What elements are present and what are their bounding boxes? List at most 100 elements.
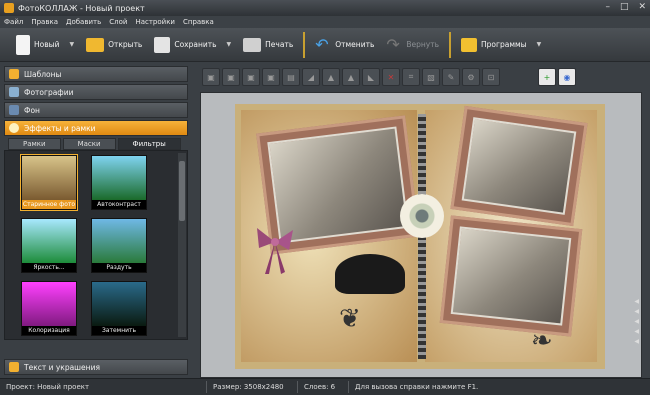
accordion-effects[interactable]: Эффекты и рамки [4,120,188,136]
delete-icon[interactable]: ✕ [382,68,400,86]
tab-frames[interactable]: Рамки [8,138,61,150]
new-button[interactable]: Новый ▼ [10,31,80,59]
filter-preview-image [92,282,146,326]
chevron-left-icon[interactable]: ◀ [634,318,639,325]
menu-bar: Файл Правка Добавить Слой Настройки Спра… [0,16,650,28]
photo-3 [450,226,572,326]
tab-filters[interactable]: Фильтры [117,138,181,150]
filter-preview-image [92,156,146,200]
filter-thumbnail[interactable]: Затемнить [91,281,147,336]
accordion-photos[interactable]: Фотографии [4,84,188,100]
chevron-down-icon[interactable]: ▼ [227,41,232,48]
send-backward-icon[interactable]: ▣ [242,68,260,86]
menu-add[interactable]: Добавить [66,18,101,26]
new-label: Новый [34,40,60,49]
folder-icon [86,37,105,52]
page-settings-icon[interactable]: ◉ [558,68,576,86]
accordion-text[interactable]: Текст и украшения [4,359,188,375]
rotate-left-icon[interactable]: ◢ [302,68,320,86]
accordion-templates[interactable]: Шаблоны [4,66,188,82]
tab-masks[interactable]: Маски [62,138,116,150]
status-size: Размер: 3508x2480 [213,383,284,391]
menu-layer[interactable]: Слой [109,18,127,26]
canvas-toolbar: ▣ ▣ ▣ ▣ ▤ ◢ ▲ ▲ ◣ ✕ ⌗ ▧ ✎ ⚙ ⊡ + ◉ [200,66,646,88]
new-document-icon [16,34,30,55]
undo-button[interactable]: ↶ Отменить [309,31,380,59]
ribbon-bow-decoration[interactable] [255,222,295,276]
flip-vertical-icon[interactable]: ▲ [342,68,360,86]
templates-label: Шаблоны [24,69,62,79]
align-icon[interactable]: ▤ [282,68,300,86]
menu-help[interactable]: Справка [183,18,214,26]
filter-label: Старинное фото [22,200,76,209]
bring-forward-icon[interactable]: ▣ [222,68,240,86]
swirl-decoration: ❦ [339,304,361,334]
filter-thumbnail[interactable]: Яркость... [21,218,77,273]
printer-icon [243,37,262,52]
photo-frame-3[interactable] [439,215,583,337]
toolbar-separator [303,31,306,58]
print-button[interactable]: Печать [237,31,299,59]
menu-file[interactable]: Файл [4,18,23,26]
effects-tabs: Рамки Маски Фильтры [4,138,188,150]
filter-thumbnail[interactable]: Раздуть [91,218,147,273]
programs-button[interactable]: Программы ▼ [455,31,547,59]
palette-icon [9,123,19,133]
photos-label: Фотографии [24,87,74,97]
save-button[interactable]: Сохранить ▼ [148,31,237,59]
bring-front-icon[interactable]: ▣ [202,68,220,86]
menu-edit[interactable]: Правка [31,18,58,26]
effects-label: Эффекты и рамки [24,123,96,133]
photo-2 [461,117,577,215]
redo-icon: ↷ [386,34,400,54]
filter-thumbnail[interactable]: Старинное фото [20,154,78,211]
status-help: Для вызова справки нажмите F1. [355,383,479,391]
flip-icon[interactable]: ▲ [322,68,340,86]
flower-decoration[interactable] [400,194,444,238]
filters-gallery: Старинное фото Автоконтраст Яркость... Разд… [4,150,188,340]
chevron-left-icon[interactable]: ◀ [634,338,639,345]
chevron-left-icon[interactable]: ◀ [634,308,639,315]
chevron-down-icon[interactable]: ▼ [537,41,542,48]
chevron-left-icon[interactable]: ◀ [634,328,639,335]
maximize-button[interactable]: □ [620,2,629,12]
close-button[interactable]: ✕ [638,2,646,12]
filter-label: Автоконтраст [92,200,146,209]
photo-frame-2[interactable] [450,105,588,227]
hat-decoration[interactable] [335,254,405,294]
crop-icon[interactable]: ⌗ [402,68,420,86]
chevron-left-icon[interactable]: ◀ [634,298,639,305]
left-panel: Шаблоны Фотографии Фон Эффекты и рамки Р… [4,66,188,377]
undo-icon: ↶ [315,34,329,54]
gallery-scrollbar[interactable] [178,153,186,337]
accordion-background[interactable]: Фон [4,102,188,118]
lock-icon[interactable]: ⊡ [482,68,500,86]
star-icon [9,69,19,79]
scrollbar-thumb[interactable] [179,161,185,221]
redo-label: Вернуть [406,40,440,49]
add-page-icon[interactable]: + [538,68,556,86]
filter-label: Затемнить [92,326,146,335]
open-button[interactable]: Открыть [80,31,148,59]
canvas-area[interactable]: ❦ ❧ ◀ ◀ ◀ ◀ ◀ [200,92,642,378]
filter-label: Колоризация [22,326,76,335]
settings-icon[interactable]: ⚙ [462,68,480,86]
menu-settings[interactable]: Настройки [135,18,175,26]
background-icon [9,105,19,115]
print-label: Печать [265,40,294,49]
photo-icon [9,87,19,97]
brush-icon[interactable]: ✎ [442,68,460,86]
chevron-down-icon[interactable]: ▼ [69,41,74,48]
minimize-button[interactable]: – [605,2,610,12]
undo-label: Отменить [335,40,375,49]
collage-canvas[interactable]: ❦ ❧ [235,104,605,369]
send-back-icon[interactable]: ▣ [262,68,280,86]
redo-button[interactable]: ↷ Вернуть [380,31,445,59]
filter-thumbnail[interactable]: Автоконтраст [91,155,147,210]
edit-photo-icon[interactable]: ▧ [422,68,440,86]
programs-label: Программы [481,40,527,49]
swirl-decoration: ❧ [531,326,553,356]
filter-thumbnail[interactable]: Колоризация [21,281,77,336]
filter-label: Раздуть [92,263,146,272]
rotate-right-icon[interactable]: ◣ [362,68,380,86]
